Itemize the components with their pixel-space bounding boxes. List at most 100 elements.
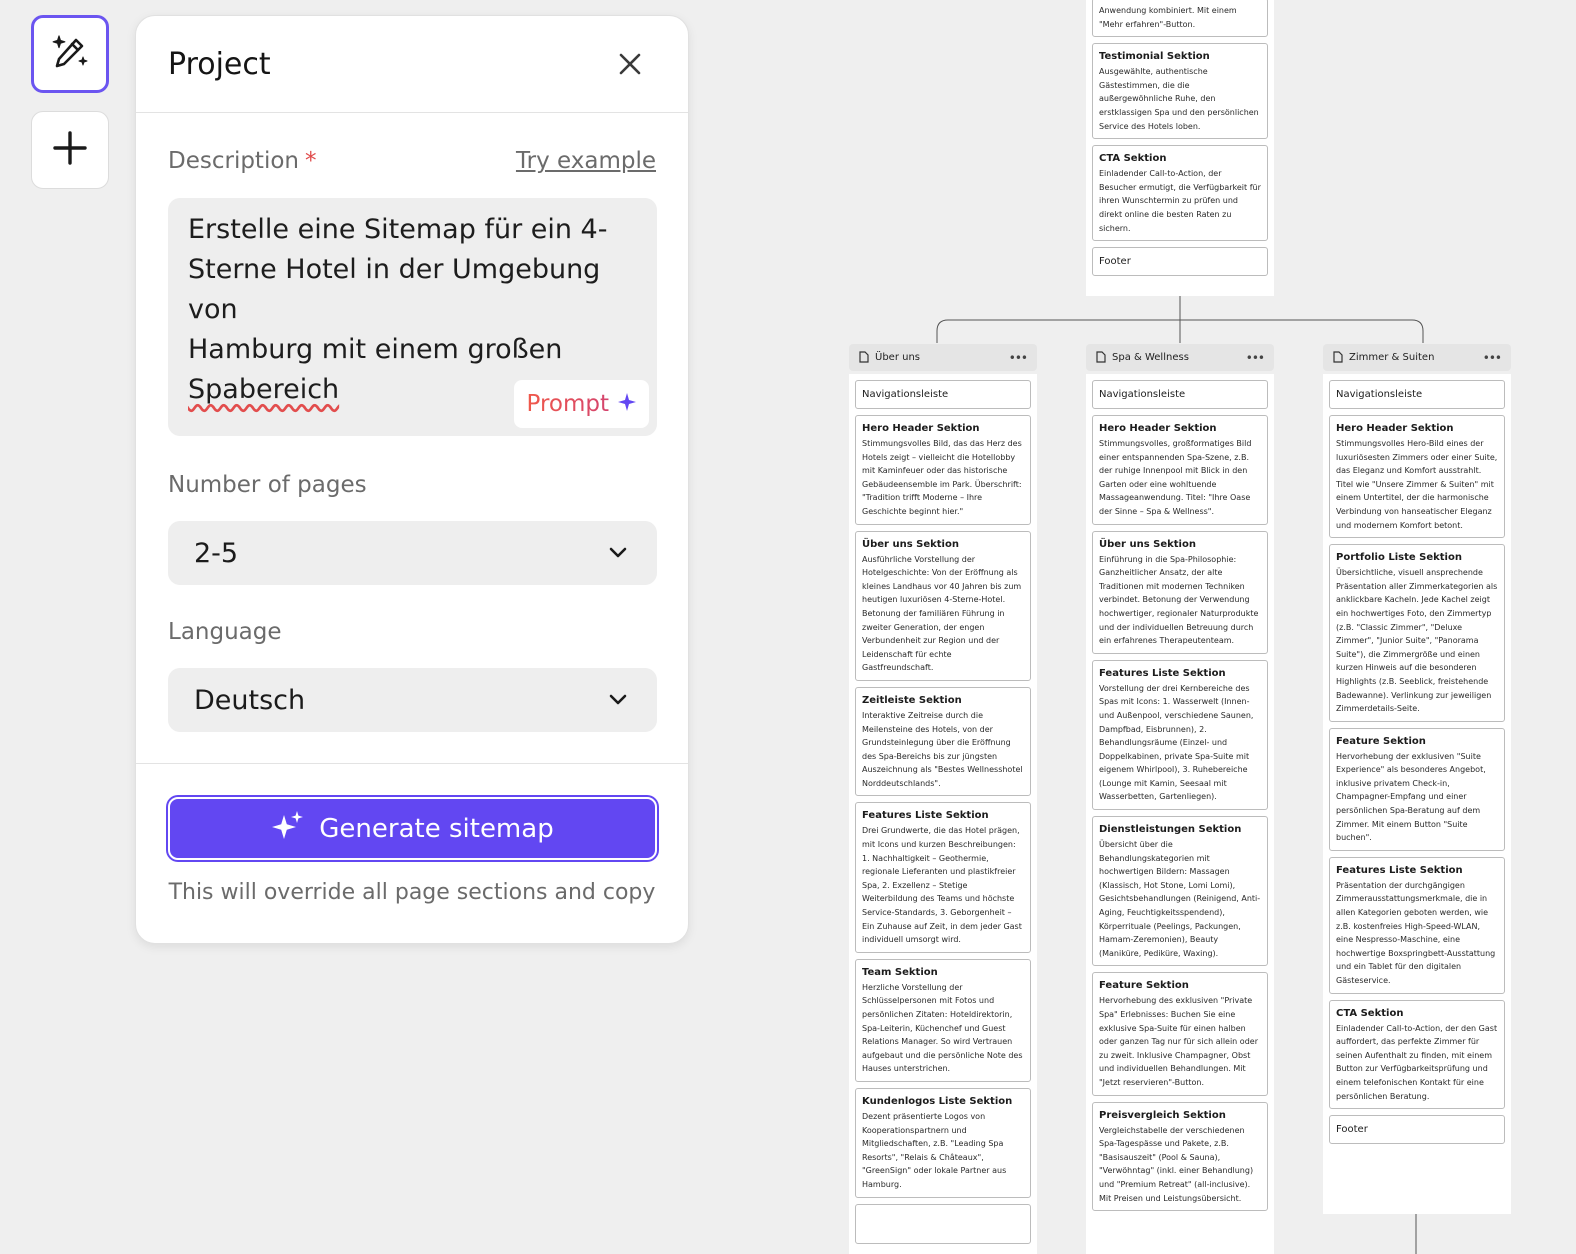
generate-sitemap-label: Generate sitemap bbox=[319, 813, 554, 844]
pages-label: Number of pages bbox=[168, 472, 367, 498]
section-title: Hero Header Sektion bbox=[1336, 423, 1454, 434]
section-card[interactable]: Footer bbox=[1092, 247, 1268, 277]
page-icon bbox=[1333, 348, 1343, 367]
section-title: Team Sektion bbox=[862, 966, 938, 978]
section-card[interactable]: Portfolio Liste Sektion Übersichtliche, v… bbox=[1329, 544, 1505, 722]
required-mark: * bbox=[305, 148, 317, 174]
section-card[interactable]: CTA Sektion Einladender Call-to-Action, d… bbox=[1329, 999, 1505, 1110]
section-card[interactable]: Features Liste Sektion Drei Grundwerte, d… bbox=[855, 802, 1031, 953]
section-desc: Herzliche Vorstellung der Schlüsselperso… bbox=[862, 982, 1023, 1074]
section-card[interactable]: Kundenlogos Liste Sektion Dezent präsenti… bbox=[855, 1087, 1031, 1198]
section-desc: Vergleichstabelle der verschiedenen Spa-… bbox=[1099, 1125, 1254, 1203]
section-card[interactable]: Über uns Sektion Ausführliche Vorstellung… bbox=[855, 530, 1031, 681]
section-desc: Anwendung kombiniert. Mit einem "Mehr er… bbox=[1099, 6, 1237, 29]
override-note: This will override all page sections and… bbox=[168, 880, 656, 905]
more-icon[interactable]: ••• bbox=[1246, 351, 1265, 365]
section-card[interactable]: Anwendung kombiniert. Mit einem "Mehr er… bbox=[1092, 0, 1268, 38]
section-card[interactable]: Hero Header Sektion Stimmungsvolles Hero-… bbox=[1329, 415, 1505, 539]
pages-select[interactable]: 2-5 bbox=[168, 521, 657, 585]
panel-divider bbox=[136, 763, 688, 764]
section-desc: Hervorhebung der exklusiven "Suite Exper… bbox=[1336, 751, 1486, 843]
section-card[interactable]: Footer bbox=[1329, 1115, 1505, 1145]
section-card[interactable]: Feature Sektion Hervorhebung des exklusiv… bbox=[1092, 972, 1268, 1096]
section-title: CTA Sektion bbox=[1336, 1007, 1404, 1019]
sitemap-page-spa-wellness: Navigationsleiste Hero Header Sektion Sti… bbox=[1086, 374, 1274, 1254]
page-icon bbox=[1096, 348, 1106, 367]
section-title: Preisvergleich Sektion bbox=[1099, 1109, 1226, 1121]
try-example-link[interactable]: Try example bbox=[516, 148, 656, 174]
section-title: Über uns Sektion bbox=[862, 538, 959, 550]
section-title: Portfolio Liste Sektion bbox=[1336, 552, 1462, 564]
prompt-button[interactable]: Prompt bbox=[514, 380, 649, 428]
description-label: Description * bbox=[168, 148, 317, 174]
page-header-zimmer[interactable]: Zimmer & Suiten ••• bbox=[1323, 344, 1511, 371]
section-desc: Stimmungsvolles Bild, das das Herz des H… bbox=[862, 439, 1022, 516]
panel-title: Project bbox=[168, 46, 271, 82]
misspelled-word: Spabereich bbox=[188, 374, 340, 405]
section-desc: Einführung in die Spa-Philosophie: Ganzh… bbox=[1099, 554, 1259, 646]
close-icon[interactable] bbox=[616, 50, 644, 78]
section-desc: Einladender Call-to-Action, der den Gast… bbox=[1336, 1023, 1498, 1101]
section-desc: Übersichtliche, visuell ansprechende Prä… bbox=[1336, 568, 1498, 714]
section-title: Footer bbox=[1099, 256, 1131, 268]
sitemap-page-home: Anwendung kombiniert. Mit einem "Mehr er… bbox=[1086, 0, 1274, 296]
section-card[interactable]: Team Sektion Herzliche Vorstellung der Sc… bbox=[855, 958, 1031, 1082]
section-title: Footer bbox=[1336, 1124, 1368, 1136]
section-title: Features Liste Sektion bbox=[1099, 667, 1226, 679]
project-panel: Project Description * Try example Erstell… bbox=[135, 15, 689, 944]
panel-header: Project bbox=[136, 16, 688, 113]
page-title: Zimmer & Suiten bbox=[1349, 352, 1435, 363]
section-card[interactable]: Preisvergleich Sektion Vergleichstabelle … bbox=[1092, 1101, 1268, 1212]
sparkle-icon bbox=[617, 392, 637, 416]
section-title: Dienstleistungen Sektion bbox=[1099, 824, 1242, 836]
section-card[interactable]: Über uns Sektion Einführung in die Spa-Ph… bbox=[1092, 530, 1268, 654]
section-card[interactable]: Feature Sektion Hervorhebung der exklusiv… bbox=[1329, 727, 1505, 851]
section-card[interactable]: Dienstleistungen Sektion Übersicht über d… bbox=[1092, 816, 1268, 967]
section-title: Feature Sektion bbox=[1099, 980, 1189, 992]
language-value: Deutsch bbox=[194, 684, 306, 716]
sitemap-page-zimmer-suiten: Navigationsleiste Hero Header Sektion Sti… bbox=[1323, 374, 1511, 1214]
generate-sitemap-button[interactable]: Generate sitemap bbox=[168, 797, 657, 860]
page-title: Über uns bbox=[875, 352, 920, 363]
language-select[interactable]: Deutsch bbox=[168, 668, 657, 732]
footer-connector bbox=[1415, 1212, 1417, 1254]
description-textarea[interactable]: Erstelle eine Sitemap für ein 4- Sterne … bbox=[168, 198, 657, 436]
section-title: Testimonial Sektion bbox=[1099, 51, 1210, 63]
ai-generate-tool-button[interactable] bbox=[31, 15, 109, 93]
section-title: Features Liste Sektion bbox=[862, 810, 989, 822]
page-header-spa[interactable]: Spa & Wellness ••• bbox=[1086, 344, 1274, 371]
section-desc: Stimmungsvolles Hero-Bild eines der luxu… bbox=[1336, 439, 1498, 530]
section-card[interactable]: Zeitleiste Sektion Interaktive Zeitreise … bbox=[855, 686, 1031, 797]
page-icon bbox=[859, 348, 869, 367]
section-card[interactable] bbox=[855, 1203, 1031, 1244]
pages-value: 2-5 bbox=[194, 537, 239, 569]
section-title: Zeitleiste Sektion bbox=[862, 694, 962, 706]
section-card[interactable]: Navigationsleiste bbox=[1092, 380, 1268, 409]
section-desc: Interaktive Zeitreise durch die Meilenst… bbox=[862, 710, 1023, 788]
section-card[interactable]: Hero Header Sektion Stimmungsvolles, groß… bbox=[1092, 415, 1268, 525]
section-card[interactable]: CTA Sektion Einladender Call-to-Action, … bbox=[1092, 145, 1268, 242]
more-icon[interactable]: ••• bbox=[1009, 351, 1028, 365]
language-label: Language bbox=[168, 619, 282, 645]
section-card[interactable]: Navigationsleiste bbox=[855, 380, 1031, 409]
section-title: Hero Header Sektion bbox=[862, 423, 980, 434]
add-button[interactable] bbox=[31, 111, 109, 189]
sitemap-page-ueber-uns: Navigationsleiste Hero Header Sektion Sti… bbox=[849, 374, 1037, 1254]
more-icon[interactable]: ••• bbox=[1483, 351, 1502, 365]
section-card[interactable]: Testimonial Sektion Ausgewählte, authent… bbox=[1092, 43, 1268, 140]
section-card[interactable]: Hero Header Sektion Stimmungsvolles Bild,… bbox=[855, 415, 1031, 525]
section-title: Navigationsleiste bbox=[862, 389, 949, 400]
section-desc: Ausführliche Vorstellung der Hotelgeschi… bbox=[862, 554, 1022, 673]
section-title: Features Liste Sektion bbox=[1336, 864, 1463, 876]
section-desc: Dezent präsentierte Logos von Kooperatio… bbox=[862, 1111, 1007, 1189]
section-card[interactable]: Features Liste Sektion Präsentation der d… bbox=[1329, 856, 1505, 994]
chevron-down-icon bbox=[609, 691, 627, 710]
page-title: Spa & Wellness bbox=[1112, 352, 1189, 363]
section-desc: Präsentation der durchgängigen Zimmeraus… bbox=[1336, 880, 1496, 985]
section-desc: Übersicht über die Behandlungskategorien… bbox=[1099, 840, 1261, 958]
section-card[interactable]: Navigationsleiste bbox=[1329, 380, 1505, 409]
section-desc: Vorstellung der drei Kernbereiche des Sp… bbox=[1099, 683, 1254, 802]
section-title: CTA Sektion bbox=[1099, 153, 1167, 165]
section-card[interactable]: Features Liste Sektion Vorstellung der dr… bbox=[1092, 659, 1268, 811]
page-header-ueber-uns[interactable]: Über uns ••• bbox=[849, 344, 1037, 371]
